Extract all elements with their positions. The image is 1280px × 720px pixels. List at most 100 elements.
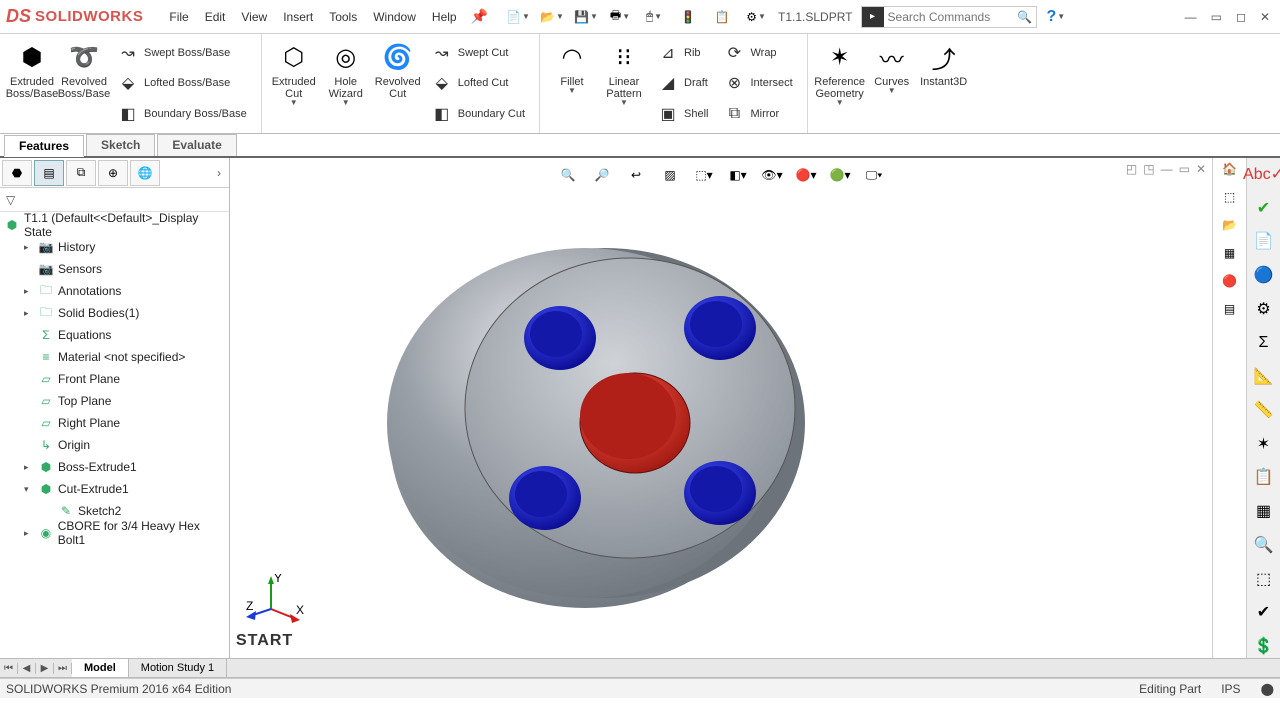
- tree-right-plane[interactable]: ▱Right Plane: [0, 412, 229, 434]
- tree-cut-extrude1[interactable]: ▾⬢Cut-Extrude1: [0, 478, 229, 500]
- sigma-icon[interactable]: Σ: [1252, 331, 1276, 355]
- swept-boss-button[interactable]: ↝Swept Boss/Base: [114, 39, 251, 67]
- view-settings-icon[interactable]: 🖵▾: [861, 162, 887, 188]
- graphics-viewport[interactable]: 🔍 🔎 ↩ ▨ ⬚▾ ◧▾ 👁▾ 🔴▾ 🟢▾ 🖵▾ ◰ ◳ — ▭ ✕: [230, 158, 1212, 658]
- tree-cbore[interactable]: ▸◉CBORE for 3/4 Heavy Hex Bolt1: [0, 522, 229, 544]
- wrap-button[interactable]: ⟳Wrap: [720, 39, 796, 67]
- open-button[interactable]: 📂▼: [536, 3, 568, 31]
- check-green-icon[interactable]: ✔: [1252, 196, 1276, 220]
- vp-restore-right-icon[interactable]: ◳: [1143, 162, 1154, 176]
- sidebar-tab-display[interactable]: 🌐: [130, 160, 160, 186]
- sidebar-expand-icon[interactable]: ›: [211, 166, 227, 180]
- tree-top-plane[interactable]: ▱Top Plane: [0, 390, 229, 412]
- status-custom-icon[interactable]: ⬤: [1261, 682, 1274, 696]
- tree-equations[interactable]: ΣEquations: [0, 324, 229, 346]
- caliper-icon[interactable]: 📏: [1252, 398, 1276, 422]
- axis-icon[interactable]: ✶: [1252, 432, 1276, 456]
- new-button[interactable]: 📄▼: [502, 3, 534, 31]
- taskpane-design-library-icon[interactable]: ⬚: [1224, 190, 1235, 204]
- bottom-tab-model[interactable]: Model: [72, 659, 129, 677]
- boundary-boss-button[interactable]: ◧Boundary Boss/Base: [114, 100, 251, 128]
- tree-boss-extrude1[interactable]: ▸⬢Boss-Extrude1: [0, 456, 229, 478]
- section-view-icon[interactable]: ▨: [657, 162, 683, 188]
- draft-button[interactable]: ◢Draft: [654, 69, 712, 97]
- select-button[interactable]: 🖱▼: [638, 3, 670, 31]
- wireframe-icon[interactable]: ⬚: [1252, 567, 1276, 591]
- taskpane-appearances-icon[interactable]: 🔴: [1222, 274, 1237, 288]
- pin-icon[interactable]: 📌: [471, 8, 488, 25]
- tab-prev-button[interactable]: ◀: [18, 663, 36, 674]
- vp-minimize-button[interactable]: —: [1161, 162, 1173, 176]
- curves-button[interactable]: 〰 Curves ▼: [866, 38, 918, 129]
- menu-help[interactable]: Help: [424, 6, 465, 28]
- rib-button[interactable]: ⊿Rib: [654, 39, 712, 67]
- tab-sketch[interactable]: Sketch: [86, 134, 155, 156]
- menu-edit[interactable]: Edit: [197, 6, 234, 28]
- copy-icon[interactable]: 📋: [1252, 466, 1276, 490]
- fillet-button[interactable]: ◠ Fillet ▼: [546, 38, 598, 129]
- save-button[interactable]: 💾▼: [570, 3, 602, 31]
- menu-file[interactable]: File: [161, 6, 196, 28]
- find-icon[interactable]: 🔍: [1252, 533, 1276, 557]
- rebuild-button[interactable]: 🚦: [672, 3, 704, 31]
- extruded-boss-button[interactable]: ⬢ Extruded Boss/Base: [6, 38, 58, 129]
- swept-cut-button[interactable]: ↝Swept Cut: [428, 39, 529, 67]
- sidebar-tab-propertymanager[interactable]: ▤: [34, 160, 64, 186]
- minimize-button[interactable]: —: [1181, 8, 1201, 26]
- intersect-button[interactable]: ⊗Intersect: [720, 69, 796, 97]
- tree-solid-bodies[interactable]: ▸🗀Solid Bodies(1): [0, 302, 229, 324]
- taskpane-custom-props-icon[interactable]: ▤: [1224, 302, 1235, 316]
- tab-first-button[interactable]: ⏮: [0, 663, 18, 674]
- help-button[interactable]: ? ▼: [1047, 8, 1066, 26]
- reference-geometry-button[interactable]: ✶ Reference Geometry ▼: [814, 38, 866, 129]
- tree-annotations[interactable]: ▸🗀Annotations: [0, 280, 229, 302]
- menu-view[interactable]: View: [233, 6, 275, 28]
- linear-pattern-button[interactable]: ⁝⁝ Linear Pattern ▼: [598, 38, 650, 129]
- maximize-button[interactable]: ◻: [1232, 8, 1250, 26]
- tab-evaluate[interactable]: Evaluate: [157, 134, 236, 156]
- hole-wizard-button[interactable]: ◎ Hole Wizard ▼: [320, 38, 372, 129]
- cost-icon[interactable]: 💲: [1252, 634, 1276, 658]
- spellcheck-icon[interactable]: Abc✓: [1252, 162, 1276, 186]
- display-style-icon[interactable]: ◧▾: [725, 162, 751, 188]
- tab-features[interactable]: Features: [4, 135, 84, 157]
- options-list-button[interactable]: 📋: [706, 3, 738, 31]
- tab-last-button[interactable]: ⏭: [54, 663, 72, 674]
- shell-button[interactable]: ▣Shell: [654, 100, 712, 128]
- tree-material[interactable]: ≡Material <not specified>: [0, 346, 229, 368]
- vp-maximize-button[interactable]: ▭: [1179, 162, 1190, 176]
- vp-restore-left-icon[interactable]: ◰: [1126, 162, 1137, 176]
- options-button[interactable]: ⚙▼: [740, 3, 772, 31]
- zoom-area-icon[interactable]: 🔎: [589, 162, 615, 188]
- bottom-tab-motion-study[interactable]: Motion Study 1: [129, 659, 227, 677]
- measure-icon[interactable]: 📐: [1252, 364, 1276, 388]
- vp-close-button[interactable]: ✕: [1196, 162, 1206, 176]
- taskpane-view-palette-icon[interactable]: ▦: [1224, 246, 1235, 260]
- revolved-cut-button[interactable]: 🌀 Revolved Cut: [372, 38, 424, 129]
- extruded-cut-button[interactable]: ⬡ Extruded Cut ▼: [268, 38, 320, 129]
- edit-appearance-icon[interactable]: 🔴▾: [793, 162, 819, 188]
- sidebar-tab-featuremanager[interactable]: ⬣: [2, 160, 32, 186]
- instant3d-button[interactable]: ⤴ Instant3D: [918, 38, 970, 129]
- hide-show-icon[interactable]: 👁▾: [759, 162, 785, 188]
- sidebar-tab-dimxpert[interactable]: ⊕: [98, 160, 128, 186]
- lofted-cut-button[interactable]: ⬙Lofted Cut: [428, 69, 529, 97]
- print-button[interactable]: 🖶▼: [604, 3, 636, 31]
- tree-front-plane[interactable]: ▱Front Plane: [0, 368, 229, 390]
- close-button[interactable]: ✕: [1256, 8, 1274, 26]
- menu-tools[interactable]: Tools: [321, 6, 365, 28]
- document-icon[interactable]: 📄: [1252, 229, 1276, 253]
- table-icon[interactable]: ▦: [1252, 499, 1276, 523]
- confirm-icon[interactable]: ✔: [1252, 601, 1276, 625]
- taskpane-home-icon[interactable]: 🏠: [1222, 162, 1237, 176]
- appearance-sphere-icon[interactable]: 🔵: [1252, 263, 1276, 287]
- previous-view-icon[interactable]: ↩: [623, 162, 649, 188]
- menu-insert[interactable]: Insert: [275, 6, 321, 28]
- tree-sensors[interactable]: 📷Sensors: [0, 258, 229, 280]
- view-orientation-icon[interactable]: ⬚▾: [691, 162, 717, 188]
- zoom-fit-icon[interactable]: 🔍: [555, 162, 581, 188]
- filter-bar[interactable]: ▽: [0, 188, 229, 212]
- lofted-boss-button[interactable]: ⬙Lofted Boss/Base: [114, 69, 251, 97]
- search-icon[interactable]: 🔍: [1014, 10, 1036, 24]
- search-toggle-icon[interactable]: ▸: [862, 7, 884, 27]
